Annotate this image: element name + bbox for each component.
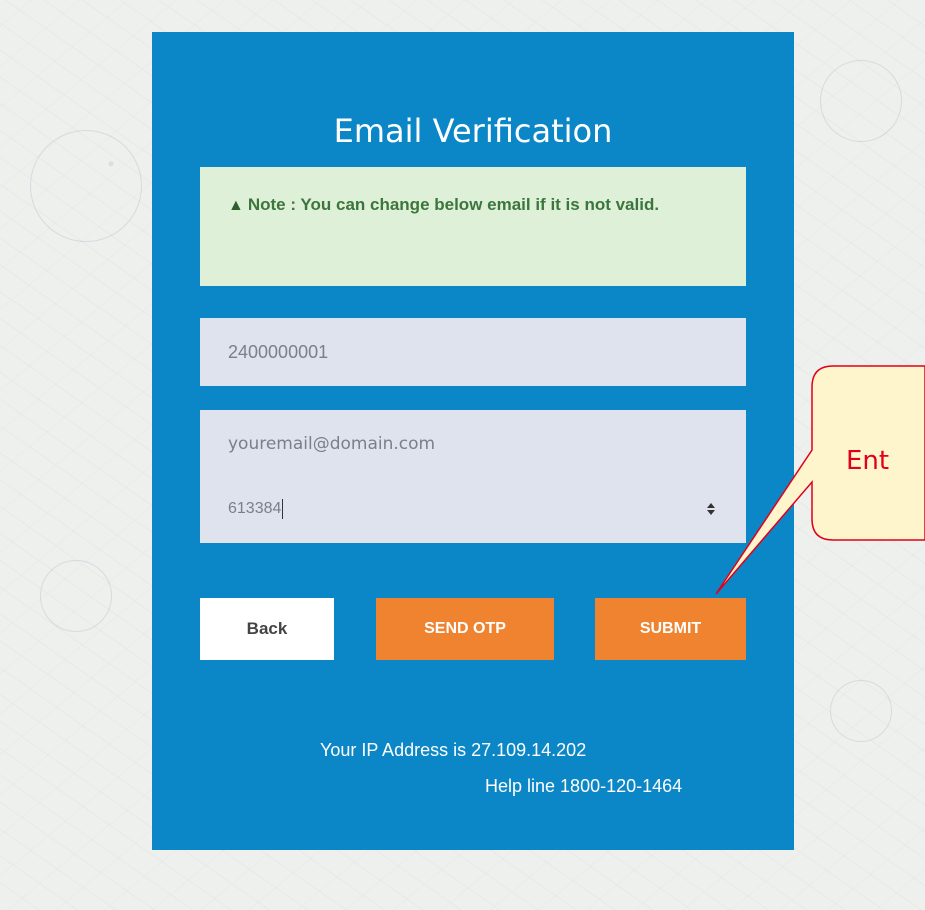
note-alert: ▲ Note : You can change below email if it… xyxy=(200,167,746,286)
background-doodle xyxy=(30,130,142,242)
user-id-field[interactable]: 2400000001 xyxy=(200,318,746,386)
back-button[interactable]: Back xyxy=(200,598,334,660)
helpline-text: Help line 1800-120-1464 xyxy=(485,776,683,796)
background-doodle xyxy=(40,560,112,632)
user-id-value: 2400000001 xyxy=(228,341,329,362)
background-doodle xyxy=(820,60,902,142)
note-text: Note : You can change below email if it … xyxy=(247,195,660,214)
page-title: Email Verification xyxy=(333,112,613,150)
ip-address-text: Your IP Address is 27.109.14.202 xyxy=(320,740,587,760)
background-doodle xyxy=(830,680,892,742)
otp-value: 613384 xyxy=(228,500,282,517)
text-caret xyxy=(282,499,284,519)
email-field[interactable]: youremail@domain.com xyxy=(200,410,746,478)
email-verification-card: Email Verification ▲ Note : You can chang… xyxy=(152,32,794,850)
email-placeholder: youremail@domain.com xyxy=(228,434,436,454)
callout-text: Ent xyxy=(846,446,890,476)
otp-field[interactable]: 613384 xyxy=(200,475,746,543)
spinner-down-icon[interactable] xyxy=(707,510,715,515)
send-otp-button[interactable]: SEND OTP xyxy=(376,598,554,660)
spinner-up-icon[interactable] xyxy=(707,503,715,508)
number-spinner[interactable] xyxy=(706,499,716,519)
warning-triangle-icon: ▲ xyxy=(228,197,244,214)
submit-button[interactable]: SUBMIT xyxy=(595,598,746,660)
